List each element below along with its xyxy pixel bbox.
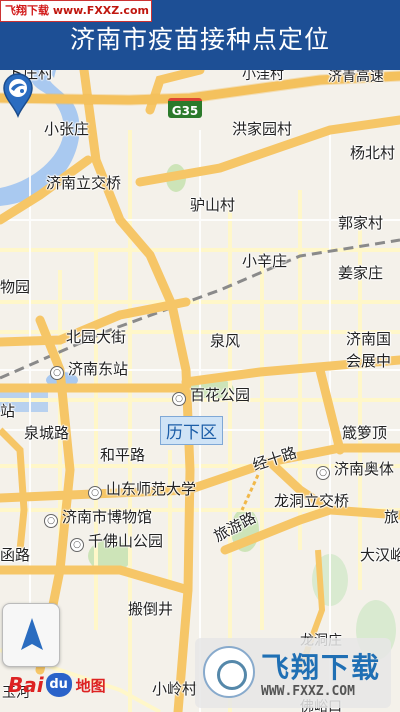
watermark-site: 飞翔下载 bbox=[5, 4, 49, 17]
poi-label: 济南东站 bbox=[68, 360, 129, 378]
map-label: 搬倒井 bbox=[128, 600, 174, 618]
poi-icon: ○ bbox=[172, 392, 186, 406]
watermark-url: WWW.FXXZ.COM bbox=[261, 684, 355, 699]
highway-shield: G35 bbox=[168, 98, 202, 118]
map-label: 函路 bbox=[0, 546, 31, 564]
poi-icon: ○ bbox=[50, 366, 64, 380]
poi-label: 济南奥体 bbox=[334, 460, 395, 478]
poi-marker[interactable]: ○ 千佛山公园 bbox=[70, 530, 163, 552]
map-label: 旅 bbox=[384, 508, 400, 526]
poi-marker[interactable]: ○ 济南东站 bbox=[50, 358, 128, 380]
map-label: 洪家园村 bbox=[232, 120, 293, 138]
map-label: 小辛庄 bbox=[242, 252, 288, 270]
poi-marker[interactable]: ○ 济南市博物馆 bbox=[44, 506, 152, 528]
map-label: 济青高速 bbox=[328, 70, 384, 85]
map-label: 和平路 bbox=[100, 446, 146, 464]
poi-marker[interactable]: ○ 山东师范大学 bbox=[88, 478, 196, 500]
map-label: 小洼村 bbox=[242, 70, 284, 83]
poi-label: 千佛山公园 bbox=[88, 532, 164, 550]
map-label: 济南立交桥 bbox=[46, 174, 122, 192]
fxxz-logo-icon bbox=[203, 646, 255, 698]
baidu-logo: Bai du 地图 bbox=[8, 670, 106, 700]
map-label: 杨北村 bbox=[350, 144, 396, 162]
map-label: 泉风 bbox=[210, 332, 241, 350]
baidu-map-text: 地图 bbox=[75, 676, 106, 695]
poi-icon: ○ bbox=[316, 466, 330, 480]
map-label: 小岭村 bbox=[152, 680, 198, 698]
map-label: 姜家庄 bbox=[338, 264, 384, 282]
map-label: 物园 bbox=[0, 278, 31, 296]
district-label: 历下区 bbox=[160, 416, 223, 445]
baidu-logo-text: Bai bbox=[8, 673, 44, 697]
poi-label: 山东师范大学 bbox=[106, 480, 197, 498]
map-label: 泉城路 bbox=[24, 424, 70, 442]
map-label: 龙洞立交桥 bbox=[274, 492, 350, 510]
map-view[interactable]: G35 ト庄村 小洼村 济青高速 小张庄 洪家园村 杨北村 济南立交桥 驴山村 … bbox=[0, 70, 400, 712]
app-header: 济南市疫苗接种点定位 飞翔下载 www.FXXZ.com bbox=[0, 0, 400, 70]
locate-button[interactable] bbox=[2, 603, 60, 667]
map-label: 箴箩顶 bbox=[342, 424, 388, 442]
poi-label: 百花公园 bbox=[190, 386, 251, 404]
poi-icon: ○ bbox=[70, 538, 84, 552]
map-label: 济南国 bbox=[346, 330, 392, 348]
page-title: 济南市疫苗接种点定位 bbox=[69, 25, 330, 54]
watermark-top: 飞翔下载 www.FXXZ.com bbox=[0, 0, 152, 22]
map-label: 大汉峪 bbox=[360, 546, 400, 564]
poi-icon: ○ bbox=[44, 514, 58, 528]
watermark-url: www.FXXZ.com bbox=[52, 4, 149, 17]
baidu-paw-icon: du bbox=[45, 673, 72, 697]
location-pin-icon[interactable] bbox=[0, 70, 36, 118]
watermark-bottom: 飞翔下载 WWW.FXXZ.COM bbox=[195, 638, 391, 708]
watermark-brand: 飞翔下载 bbox=[261, 651, 382, 684]
map-label: 站 bbox=[0, 402, 16, 420]
map-label: 郭家村 bbox=[338, 214, 384, 232]
map-label: 会展中 bbox=[346, 352, 392, 370]
poi-icon: ○ bbox=[88, 486, 102, 500]
poi-label: 济南市博物馆 bbox=[62, 508, 153, 526]
poi-marker[interactable]: ○ 百花公园 bbox=[172, 384, 250, 406]
map-label: 驴山村 bbox=[190, 196, 236, 214]
map-label: 北园大街 bbox=[66, 328, 127, 346]
map-label: 小张庄 bbox=[44, 120, 90, 138]
poi-marker[interactable]: ○ 济南奥体 bbox=[316, 458, 394, 480]
navigation-arrow-icon bbox=[21, 618, 43, 650]
